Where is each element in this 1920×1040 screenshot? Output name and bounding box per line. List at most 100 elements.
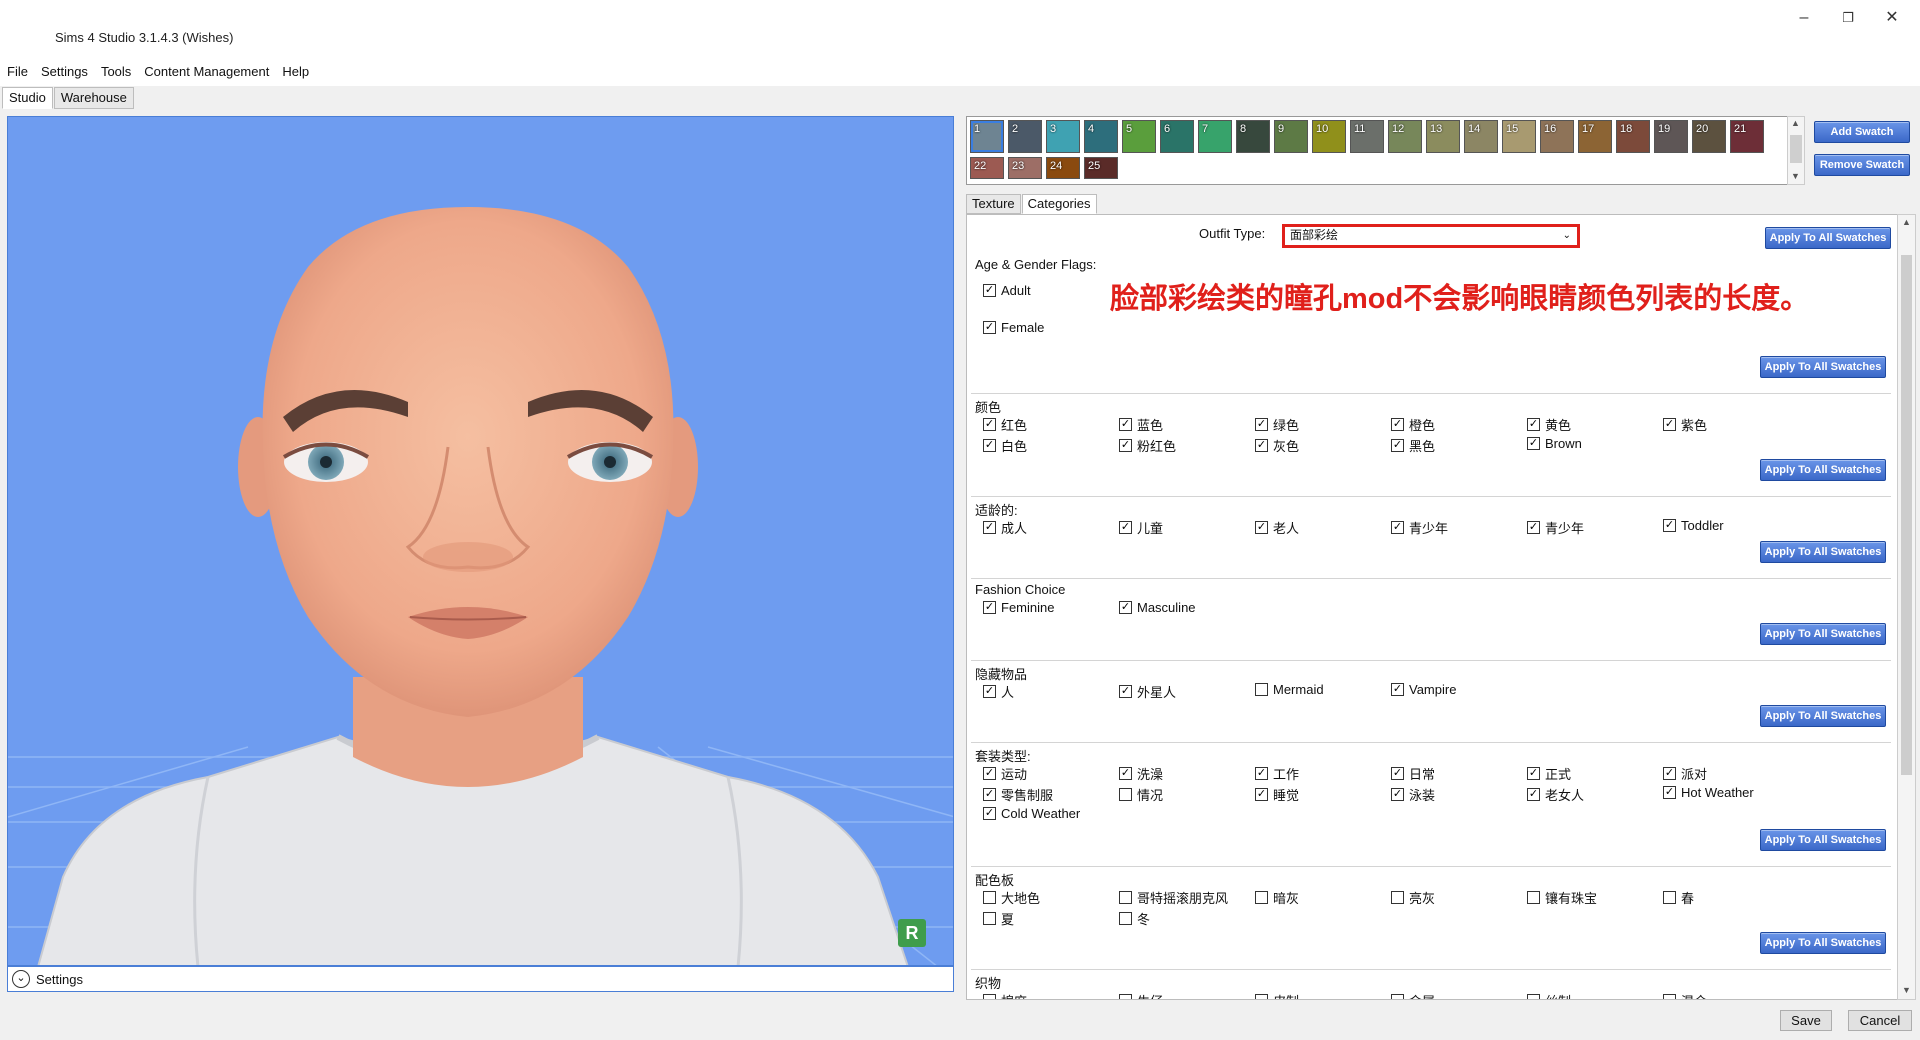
- checkbox[interactable]: ✓: [1391, 521, 1404, 534]
- swatch-17[interactable]: 17: [1578, 120, 1612, 153]
- checkbox-item[interactable]: 丝制: [1527, 991, 1571, 999]
- checkbox-item[interactable]: 皮制: [1255, 991, 1299, 999]
- chevron-down-icon[interactable]: ⌄: [12, 970, 30, 988]
- swatch-15[interactable]: 15: [1502, 120, 1536, 153]
- swatch-10[interactable]: 10: [1312, 120, 1346, 153]
- checkbox-item[interactable]: 暗灰: [1255, 888, 1299, 907]
- close-button[interactable]: ✕: [1874, 6, 1910, 30]
- checkbox[interactable]: ✓: [1391, 439, 1404, 452]
- checkbox[interactable]: ✓: [983, 601, 996, 614]
- checkbox-item[interactable]: 春: [1663, 888, 1694, 907]
- checkbox-item[interactable]: 混合: [1663, 991, 1707, 999]
- checkbox-female[interactable]: ✓ Female: [983, 320, 1044, 335]
- 3d-viewport[interactable]: R: [7, 116, 954, 966]
- swatch-14[interactable]: 14: [1464, 120, 1498, 153]
- checkbox-item[interactable]: ✓ 工作: [1255, 764, 1299, 783]
- checkbox-item[interactable]: ✓ 外星人: [1119, 682, 1176, 701]
- checkbox-item[interactable]: ✓ 日常: [1391, 764, 1435, 783]
- scroll-up-icon[interactable]: ▲: [1791, 118, 1800, 128]
- checkbox[interactable]: ✓: [983, 439, 996, 452]
- checkbox-item[interactable]: ✓ Cold Weather: [983, 806, 1080, 821]
- checkbox-item[interactable]: ✓ 橙色: [1391, 415, 1435, 434]
- checkbox[interactable]: ✓: [1663, 786, 1676, 799]
- checkbox-item[interactable]: ✓ 紫色: [1663, 415, 1707, 434]
- checkbox[interactable]: [983, 891, 996, 904]
- checkbox[interactable]: ✓: [1391, 788, 1404, 801]
- save-button[interactable]: Save: [1780, 1010, 1832, 1031]
- checkbox[interactable]: ✓: [1255, 767, 1268, 780]
- checkbox[interactable]: ✓: [983, 284, 996, 297]
- checkbox-item[interactable]: ✓ 派对: [1663, 764, 1707, 783]
- checkbox[interactable]: [983, 912, 996, 925]
- checkbox-item[interactable]: ✓ Toddler: [1663, 518, 1724, 533]
- swatch-21[interactable]: 21: [1730, 120, 1764, 153]
- checkbox-item[interactable]: ✓ Feminine: [983, 600, 1054, 615]
- checkbox-item[interactable]: ✓ 老人: [1255, 518, 1299, 537]
- checkbox[interactable]: [1255, 891, 1268, 904]
- swatch-20[interactable]: 20: [1692, 120, 1726, 153]
- apply-to-all-swatches-button[interactable]: Apply To All Swatches: [1760, 541, 1886, 563]
- checkbox-item[interactable]: ✓ 青少年: [1391, 518, 1448, 537]
- checkbox-item[interactable]: ✓ Brown: [1527, 436, 1582, 451]
- checkbox-item[interactable]: 大地色: [983, 888, 1040, 907]
- checkbox-item[interactable]: ✓ 青少年: [1527, 518, 1584, 537]
- checkbox[interactable]: [1255, 683, 1268, 696]
- checkbox-item[interactable]: ✓ 洗澡: [1119, 764, 1163, 783]
- scroll-thumb[interactable]: [1901, 255, 1912, 775]
- scroll-down-icon[interactable]: ▼: [1791, 171, 1800, 181]
- checkbox[interactable]: ✓: [1255, 418, 1268, 431]
- tab-warehouse[interactable]: Warehouse: [53, 87, 134, 109]
- tab-texture[interactable]: Texture: [966, 194, 1021, 214]
- checkbox[interactable]: ✓: [1663, 418, 1676, 431]
- menu-file[interactable]: File: [7, 64, 28, 79]
- swatch-16[interactable]: 16: [1540, 120, 1574, 153]
- checkbox-item[interactable]: ✓ 红色: [983, 415, 1027, 434]
- tab-categories[interactable]: Categories: [1021, 194, 1097, 214]
- checkbox[interactable]: ✓: [1663, 519, 1676, 532]
- scroll-thumb[interactable]: [1790, 135, 1802, 163]
- scroll-up-icon[interactable]: ▲: [1902, 217, 1911, 227]
- restore-button[interactable]: ❐: [1830, 6, 1866, 30]
- apply-to-all-swatches-button[interactable]: Apply To All Swatches: [1760, 459, 1886, 481]
- checkbox-item[interactable]: ✓ 成人: [983, 518, 1027, 537]
- swatch-23[interactable]: 23: [1008, 157, 1042, 179]
- checkbox[interactable]: ✓: [1527, 788, 1540, 801]
- checkbox[interactable]: ✓: [1391, 683, 1404, 696]
- swatch-12[interactable]: 12: [1388, 120, 1422, 153]
- checkbox-item[interactable]: ✓ 灰色: [1255, 436, 1299, 455]
- swatch-6[interactable]: 6: [1160, 120, 1194, 153]
- cancel-button[interactable]: Cancel: [1848, 1010, 1912, 1031]
- checkbox-item[interactable]: ✓ Vampire: [1391, 682, 1456, 697]
- checkbox[interactable]: ✓: [1255, 439, 1268, 452]
- checkbox[interactable]: ✓: [983, 788, 996, 801]
- checkbox[interactable]: ✓: [1391, 767, 1404, 780]
- checkbox[interactable]: ✓: [1527, 418, 1540, 431]
- swatch-22[interactable]: 22: [970, 157, 1004, 179]
- checkbox[interactable]: ✓: [1119, 601, 1132, 614]
- menu-content-management[interactable]: Content Management: [144, 64, 269, 79]
- apply-to-all-swatches-button[interactable]: Apply To All Swatches: [1760, 623, 1886, 645]
- remove-swatch-button[interactable]: Remove Swatch: [1814, 154, 1910, 176]
- checkbox-item[interactable]: ✓ Hot Weather: [1663, 785, 1754, 800]
- checkbox[interactable]: [1391, 891, 1404, 904]
- checkbox[interactable]: ✓: [983, 807, 996, 820]
- checkbox-item[interactable]: ✓ 蓝色: [1119, 415, 1163, 434]
- checkbox[interactable]: [1119, 891, 1132, 904]
- checkbox[interactable]: ✓: [983, 418, 996, 431]
- apply-to-all-swatches-button[interactable]: Apply To All Swatches: [1765, 227, 1891, 249]
- checkbox-item[interactable]: 棉麻: [983, 991, 1027, 999]
- checkbox[interactable]: [1119, 912, 1132, 925]
- scroll-down-icon[interactable]: ▼: [1902, 985, 1911, 995]
- checkbox-item[interactable]: 夏: [983, 909, 1014, 928]
- swatch-1[interactable]: 1: [970, 120, 1004, 153]
- checkbox[interactable]: ✓: [1119, 767, 1132, 780]
- checkbox-item[interactable]: 亮灰: [1391, 888, 1435, 907]
- swatch-24[interactable]: 24: [1046, 157, 1080, 179]
- checkbox[interactable]: ✓: [1527, 767, 1540, 780]
- checkbox-item[interactable]: 镶有珠宝: [1527, 888, 1597, 907]
- checkbox-item[interactable]: 情况: [1119, 785, 1163, 804]
- categories-scrollbar[interactable]: ▲ ▼: [1897, 214, 1916, 1000]
- checkbox-item[interactable]: 牛仔: [1119, 991, 1163, 999]
- tab-studio[interactable]: Studio: [2, 87, 53, 109]
- outfit-type-dropdown[interactable]: 面部彩绘 ⌄: [1282, 224, 1580, 248]
